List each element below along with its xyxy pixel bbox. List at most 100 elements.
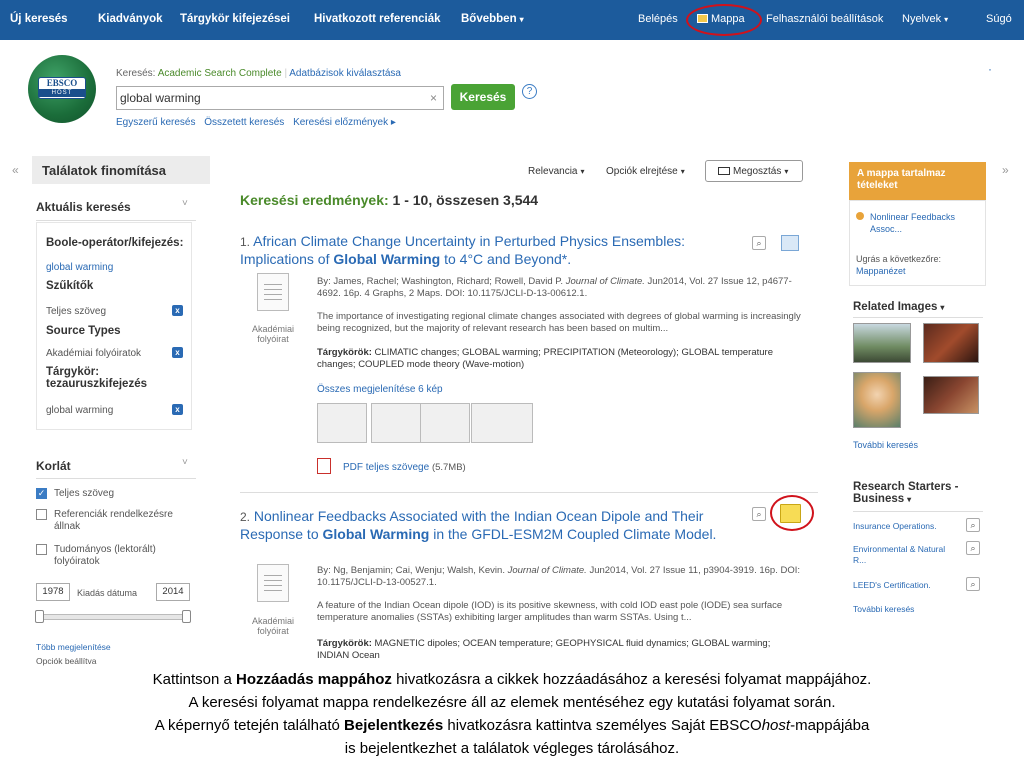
nav-publications[interactable]: Kiadványok xyxy=(98,13,163,25)
basic-search-link[interactable]: Egyszerű keresés xyxy=(116,117,195,128)
choose-databases-link[interactable]: Adatbázisok kiválasztása xyxy=(289,68,401,79)
preview-icon[interactable]: ⌕ xyxy=(752,236,766,250)
clear-icon[interactable]: × xyxy=(430,91,437,105)
pdf-icon[interactable] xyxy=(317,458,331,474)
advanced-search-link[interactable]: Összetett keresés xyxy=(204,117,284,128)
results-heading: Keresési eredmények: 1 - 10, összesen 3,… xyxy=(240,192,538,208)
pdf-size: (5.7MB) xyxy=(431,462,466,473)
chevron-down-icon: ▾ xyxy=(580,167,585,176)
result-2-title-c: in the GFDL-ESM2M Coupled Climate Model. xyxy=(433,526,717,542)
remove-item-icon[interactable] xyxy=(856,212,864,220)
remove-icon[interactable]: x xyxy=(172,305,183,316)
help-icon[interactable]: ? xyxy=(522,84,537,99)
related-image-2[interactable] xyxy=(923,323,979,363)
result-1-abstract: The importance of investigating regional… xyxy=(317,311,801,334)
folder-item-link[interactable]: Nonlinear Feedbacks Assoc... xyxy=(870,211,982,235)
chevron-down-icon[interactable]: ˅ xyxy=(182,457,188,468)
related-image-4[interactable] xyxy=(923,376,979,414)
search-box[interactable]: × xyxy=(116,86,444,110)
sort-relevance-dropdown[interactable]: Relevancia ▾ xyxy=(528,166,585,177)
search-history-link[interactable]: Keresési előzmények ▸ xyxy=(293,117,396,128)
image-thumbnail[interactable] xyxy=(471,403,533,443)
preview-icon[interactable]: ⌕ xyxy=(966,518,980,532)
pdf-link[interactable]: PDF teljes szövege (5.7MB) xyxy=(343,462,466,474)
result-1-journal[interactable]: Journal of Climate. xyxy=(566,276,645,287)
corner-dot: · xyxy=(988,62,992,76)
starter-link-leed[interactable]: LEED's Certification. xyxy=(853,580,931,590)
caption-bold: Hozzáadás mappához xyxy=(236,671,392,688)
show-more-link[interactable]: Több megjelenítése xyxy=(36,642,111,652)
nav-new-search[interactable]: Új keresés xyxy=(10,13,68,25)
caption-italic: host xyxy=(761,717,791,734)
divider xyxy=(36,478,196,479)
search-input[interactable] xyxy=(120,90,420,106)
result-1-title[interactable]: 1. African Climate Change Uncertainty in… xyxy=(240,233,720,268)
nav-cited-references[interactable]: Hivatkozott referenciák xyxy=(314,13,441,25)
remove-icon[interactable]: x xyxy=(172,347,183,358)
collapse-left-icon[interactable]: « xyxy=(12,163,19,177)
sort-label: Relevancia xyxy=(528,166,578,177)
nav-preferences[interactable]: Felhasználói beállítások xyxy=(766,13,883,25)
more-search-link[interactable]: További keresés xyxy=(853,440,918,450)
related-image-1[interactable] xyxy=(853,323,911,363)
date-slider-track[interactable] xyxy=(38,614,188,620)
nav-more[interactable]: Bővebben ▾ xyxy=(461,13,524,25)
references-checkbox[interactable] xyxy=(36,509,47,520)
remove-icon[interactable]: x xyxy=(172,404,183,415)
starter-link-environmental[interactable]: Environmental & Natural R... xyxy=(853,544,957,566)
ebsco-host-logo[interactable]: EBSCO HOST xyxy=(28,55,96,123)
share-label: Megosztás xyxy=(733,166,782,177)
starter-link-insurance[interactable]: Insurance Operations. xyxy=(853,521,937,531)
image-thumbnail[interactable] xyxy=(420,403,470,443)
preview-icon[interactable]: ⌕ xyxy=(966,541,980,555)
current-search-title[interactable]: Aktuális keresés xyxy=(36,200,131,214)
nav-subject-terms[interactable]: Tárgykör kifejezései xyxy=(180,13,290,25)
database-name[interactable]: Academic Search Complete xyxy=(158,68,282,79)
related-image-3[interactable] xyxy=(853,372,901,428)
preview-icon[interactable]: ⌕ xyxy=(966,577,980,591)
caption-line-2: A keresési folyamat mappa rendelkezésre … xyxy=(188,694,836,711)
date-slider-handle-left[interactable] xyxy=(35,610,44,623)
result-2-journal[interactable]: Journal of Climate. xyxy=(508,565,587,576)
date-from-input[interactable]: 1978 xyxy=(36,583,70,601)
boole-value-link[interactable]: global warming xyxy=(46,262,113,273)
result-2-title[interactable]: 2. Nonlinear Feedbacks Associated with t… xyxy=(240,508,720,543)
references-label: Referenciák rendelkezésre állnak xyxy=(54,509,173,532)
folder-has-items-header: A mappa tartalmaz tételeket xyxy=(849,162,986,200)
add-to-folder-icon[interactable] xyxy=(781,235,799,251)
date-to-input[interactable]: 2014 xyxy=(156,583,190,601)
highlight-ellipse-folder xyxy=(686,4,762,36)
nav-sign-in[interactable]: Belépés xyxy=(638,13,678,25)
date-slider-handle-right[interactable] xyxy=(182,610,191,623)
research-starters-title[interactable]: Research Starters - Business ▾ xyxy=(853,481,988,506)
folder-view-link[interactable]: Mappanézet xyxy=(856,266,906,276)
fulltext-checkbox[interactable]: ✓ xyxy=(36,488,47,499)
share-button[interactable]: Megosztás ▾ xyxy=(705,160,803,182)
show-all-images-link[interactable]: Összes megjelenítése 6 kép xyxy=(317,384,443,395)
divider xyxy=(36,220,196,221)
expand-right-icon[interactable]: » xyxy=(1002,163,1009,177)
peer-reviewed-checkbox[interactable] xyxy=(36,544,47,555)
database-line: Keresés: Academic Search Complete | Adat… xyxy=(116,68,401,79)
divider xyxy=(240,492,818,493)
chevron-down-icon[interactable]: ˅ xyxy=(182,198,188,209)
caption-line-4: is bejelentkezhet a találatok végleges t… xyxy=(344,740,680,757)
result-2-number: 2. xyxy=(240,510,251,524)
related-images-title[interactable]: Related Images ▾ xyxy=(853,301,944,313)
nav-help[interactable]: Súgó xyxy=(986,13,1012,25)
top-nav-bar: Új keresés Kiadványok Tárgykör kifejezés… xyxy=(0,0,1024,40)
hide-options-dropdown[interactable]: Opciók elrejtése ▾ xyxy=(606,166,685,177)
logo-subtext: HOST xyxy=(39,89,85,97)
image-thumbnail[interactable] xyxy=(317,403,367,443)
result-2-subjects-label: Tárgykörök: xyxy=(317,638,372,649)
limiter-fulltext: Teljes szöveg xyxy=(46,306,107,317)
divider xyxy=(853,511,983,512)
results-heading-count: 1 - 10, összesen 3,544 xyxy=(392,192,539,208)
search-button[interactable]: Keresés xyxy=(451,84,515,110)
more-search-link-2[interactable]: További keresés xyxy=(853,604,914,614)
image-thumbnail[interactable] xyxy=(371,403,421,443)
limit-title[interactable]: Korlát xyxy=(36,459,71,473)
preview-icon[interactable]: ⌕ xyxy=(752,507,766,521)
limiters-label: Szűkítők xyxy=(46,280,94,292)
nav-languages[interactable]: Nyelvek ▾ xyxy=(902,13,948,25)
